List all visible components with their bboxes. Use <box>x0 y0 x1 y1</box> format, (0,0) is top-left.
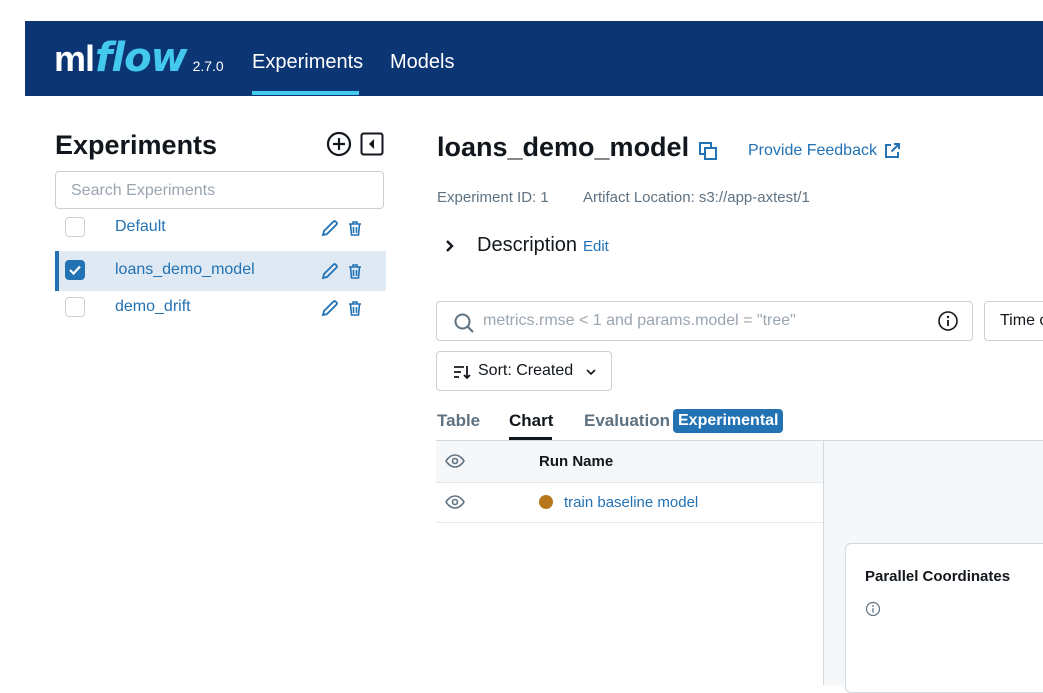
artifact-location: Artifact Location: s3://app-axtest/1 <box>583 189 810 206</box>
chevron-down-icon <box>586 369 596 376</box>
sidebar-item-demo-drift[interactable]: demo_drift <box>55 288 386 328</box>
version-label: 2.7.0 <box>192 58 224 74</box>
experiment-checkbox[interactable] <box>65 260 85 280</box>
runs-table-header: Run Name <box>436 441 823 483</box>
sort-icon <box>454 366 471 380</box>
nav-experiments[interactable]: Experiments <box>252 51 363 74</box>
nav-active-indicator <box>252 91 359 95</box>
page-title: loans_demo_model <box>437 132 690 162</box>
experiment-checkbox[interactable] <box>65 297 85 317</box>
sidebar-title: Experiments <box>55 130 218 160</box>
mlflow-logo[interactable]: ml flow 2.7.0 <box>54 35 224 81</box>
sidebar-item-label[interactable]: loans_demo_model <box>115 261 255 279</box>
sidebar-item-label[interactable]: demo_drift <box>115 298 191 316</box>
pencil-icon[interactable] <box>320 261 340 281</box>
search-icon <box>454 313 474 333</box>
copy-icon[interactable] <box>698 141 718 161</box>
info-icon[interactable] <box>865 601 881 617</box>
info-icon[interactable] <box>937 310 959 332</box>
sidebar-item-loans-demo-model[interactable]: loans_demo_model <box>55 251 386 291</box>
provide-feedback-label: Provide Feedback <box>748 142 877 159</box>
logo-flow-text: flow <box>95 35 188 81</box>
time-created-dropdown[interactable]: Time c <box>984 301 1043 341</box>
runs-search-input[interactable]: metrics.rmse < 1 and params.model = "tre… <box>436 301 973 341</box>
nav-models[interactable]: Models <box>390 51 454 74</box>
pencil-icon[interactable] <box>320 298 340 318</box>
experiment-checkbox[interactable] <box>65 217 85 237</box>
collapse-sidebar-icon[interactable] <box>360 132 384 156</box>
run-color-dot <box>539 495 553 509</box>
tab-evaluation[interactable]: Evaluation <box>584 411 670 431</box>
trash-icon[interactable] <box>347 218 363 238</box>
time-dropdown-label: Time c <box>1000 312 1043 329</box>
add-experiment-icon[interactable] <box>326 131 352 157</box>
search-experiments-input[interactable]: Search Experiments <box>55 171 384 209</box>
sidebar-item-default[interactable]: Default <box>55 208 386 248</box>
external-link-icon <box>884 143 900 158</box>
trash-icon[interactable] <box>347 298 363 318</box>
description-toggle[interactable]: Description <box>477 234 577 257</box>
eye-icon[interactable] <box>445 494 465 510</box>
pencil-icon[interactable] <box>320 218 340 238</box>
trash-icon[interactable] <box>347 261 363 281</box>
logo-ml-text: ml <box>54 38 95 79</box>
description-edit-link[interactable]: Edit <box>583 238 609 255</box>
sort-label: Sort: Created <box>478 362 574 379</box>
tab-chart[interactable]: Chart <box>509 411 553 431</box>
chart-card-title: Parallel Coordinates <box>865 568 1011 585</box>
eye-icon[interactable] <box>445 453 465 469</box>
run-name-column-header[interactable]: Run Name <box>539 453 613 470</box>
tab-table[interactable]: Table <box>437 411 480 431</box>
table-row[interactable]: train baseline model <box>436 482 823 523</box>
provide-feedback-link[interactable]: Provide Feedback <box>748 142 901 160</box>
run-name-link[interactable]: train baseline model <box>564 494 698 511</box>
sort-dropdown[interactable]: Sort: Created <box>436 351 612 391</box>
search-placeholder: metrics.rmse < 1 and params.model = "tre… <box>483 312 796 329</box>
experimental-badge: Experimental <box>673 409 784 433</box>
parallel-coordinates-card: Parallel Coordinates <box>845 543 1043 693</box>
experiment-id: Experiment ID: 1 <box>437 189 549 206</box>
chevron-right-icon[interactable] <box>441 236 459 256</box>
sidebar-item-label[interactable]: Default <box>115 218 166 236</box>
top-navbar: ml flow 2.7.0 Experiments Models <box>25 21 1043 96</box>
